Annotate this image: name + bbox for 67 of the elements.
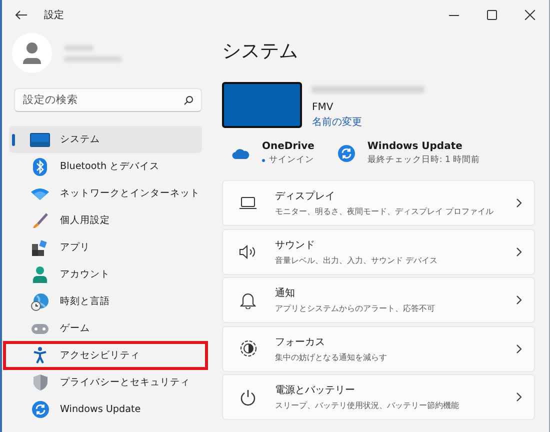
- maximize-icon: [487, 10, 497, 20]
- status-detail: サインイン: [269, 154, 314, 166]
- card-subtitle: 集中の妨げとなる通知を減らす: [275, 352, 388, 362]
- back-arrow-icon: [15, 10, 27, 20]
- search-field[interactable]: 設定の検索: [14, 88, 202, 112]
- card-title: サウンド: [275, 238, 316, 252]
- gamepad-icon: [31, 322, 49, 334]
- nav-item[interactable]: アクセシビリティ: [9, 342, 202, 369]
- globe-clock-icon: [31, 292, 49, 310]
- update-icon: [32, 401, 48, 418]
- chevron-icon: [516, 392, 522, 402]
- device-model: FMV: [312, 102, 334, 113]
- nav-item[interactable]: 個人用設定: [9, 207, 202, 234]
- power-icon: [240, 388, 256, 406]
- device-screen-icon: [222, 82, 302, 128]
- nav-item[interactable]: ネットワークとインターネット: [9, 180, 206, 207]
- accessibility-icon: [33, 347, 47, 364]
- settings-card[interactable]: 通知 アプリとシステムからのアラート、応答不可: [222, 277, 535, 323]
- nav-item[interactable]: Bluetooth とデバイス: [9, 153, 202, 180]
- status-title: OneDrive: [262, 141, 314, 152]
- nav-item[interactable]: システム: [9, 126, 202, 153]
- settings-card[interactable]: フォーカス 集中の妨げとなる通知を減らす: [222, 326, 535, 372]
- settings-card[interactable]: 電源とバッテリー スリープ、バッテリ使用状況、バッテリー節約機能: [222, 374, 535, 420]
- focus-icon: [240, 340, 256, 357]
- window-title: 設定: [44, 8, 65, 22]
- card-title: フォーカス: [275, 336, 326, 348]
- apps-icon: [32, 240, 48, 256]
- chevron-icon: [516, 344, 522, 354]
- page-title: システム: [222, 39, 299, 64]
- rename-link[interactable]: 名前の変更: [312, 115, 424, 129]
- laptop-icon: [239, 197, 257, 209]
- chevron-icon: [516, 295, 522, 305]
- card-title: 電源とバッテリー: [275, 384, 356, 397]
- status-detail: 最終チェック日時: 1 時間前: [367, 154, 480, 166]
- shield-icon: [32, 374, 48, 391]
- cloud-icon: [232, 148, 250, 159]
- settings-card[interactable]: ディスプレイ モニター、明るさ、夜間モード、ディスプレイ プロファイル: [222, 180, 535, 226]
- bluetooth-icon: [33, 158, 47, 176]
- monitor-icon: [30, 132, 50, 146]
- card-title: ディスプレイ: [275, 190, 336, 203]
- paintbrush-icon: [32, 212, 48, 228]
- avatar-icon: [12, 33, 52, 73]
- status-dot: [262, 158, 265, 162]
- wifi-icon: [31, 188, 49, 200]
- nav-item[interactable]: Windows Update: [9, 396, 202, 423]
- nav-item[interactable]: 時刻と言語: [9, 288, 202, 315]
- chevron-icon: [516, 198, 522, 208]
- card-title: 通知: [275, 286, 296, 300]
- search-icon: [184, 96, 193, 105]
- status-title: Windows Update: [367, 141, 464, 152]
- minimize-icon: [449, 14, 459, 16]
- redacted-account: [64, 44, 122, 62]
- card-subtitle: モニター、明るさ、夜間モード、ディスプレイ プロファイル: [275, 206, 495, 217]
- bell-icon: [240, 292, 256, 308]
- speaker-icon: [239, 244, 257, 258]
- nav-item[interactable]: プライバシーとセキュリティ: [9, 369, 202, 396]
- nav-item[interactable]: アプリ: [9, 234, 202, 261]
- nav-item[interactable]: ゲーム: [9, 315, 202, 342]
- close-icon: [525, 10, 535, 20]
- sync-icon: [338, 145, 356, 162]
- person-icon: [32, 266, 48, 283]
- card-subtitle: 音量レベル、出力、入力、サウンド デバイス: [275, 254, 439, 266]
- card-subtitle: アプリとシステムからのアラート、応答不可: [275, 303, 436, 314]
- chevron-icon: [516, 246, 522, 256]
- card-subtitle: スリープ、バッテリ使用状況、バッテリー節約機能: [275, 400, 460, 411]
- settings-card[interactable]: サウンド 音量レベル、出力、入力、サウンド デバイス: [222, 228, 535, 274]
- nav-item[interactable]: アカウント: [9, 261, 202, 288]
